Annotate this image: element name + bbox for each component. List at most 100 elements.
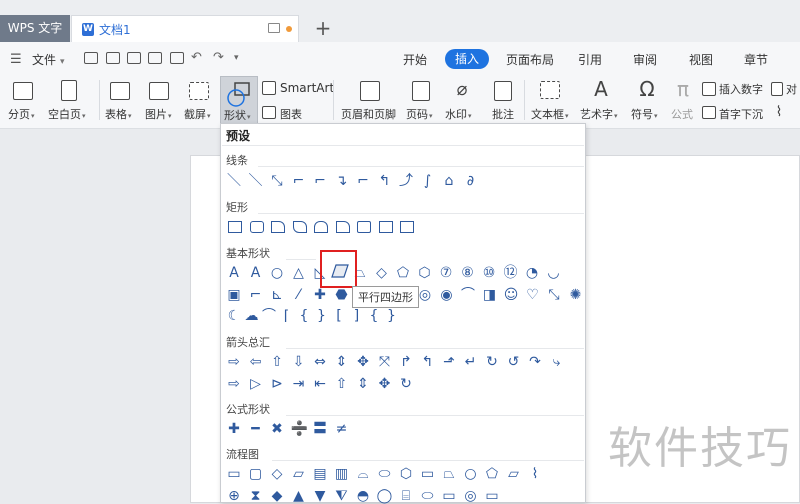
monitor-icon[interactable] [268,23,280,33]
basic_row3-shape-icon[interactable]: ⌒ [261,308,277,324]
comment-button[interactable]: 批注 [492,106,514,122]
formula-shape-icon[interactable]: ✚ [226,421,242,437]
flow_row1-shape-icon[interactable]: ⌓ [355,466,371,482]
arrows_row2-shape-icon[interactable]: ▷ [248,376,264,392]
flow_row1-shape-icon[interactable]: ◇ [269,466,285,482]
open-icon[interactable] [84,52,98,64]
arrows_row1-shape-icon[interactable]: ↺ [506,354,522,370]
flow_row1-shape-icon[interactable]: ▥ [334,466,350,482]
watermark-icon[interactable]: ⌀ [452,81,472,102]
basic_row1_b-shape-icon[interactable]: ⑫ [503,265,519,281]
arrows_row1-shape-icon[interactable]: ⇕ [334,354,350,370]
basic_row1_b-shape-icon[interactable]: ◡ [546,265,562,281]
arrows_row1-shape-icon[interactable]: ⤷ [549,354,565,370]
basic_row2-shape-icon[interactable]: ⁄ [291,287,307,303]
save-icon[interactable] [106,52,120,64]
arrows_row1-shape-icon[interactable]: ⇦ [248,354,264,370]
arrows_row2-shape-icon[interactable]: ⇨ [226,376,242,392]
basic_row2-shape-icon[interactable]: ⌐ [248,287,264,303]
page-break-icon[interactable] [13,82,33,100]
flow_row2-shape-icon[interactable]: ◓ [355,488,371,504]
rectangle-shape-icon[interactable] [378,221,393,233]
basic_row2-shape-icon[interactable]: ♡ [525,287,541,303]
basic_row2-shape-icon[interactable]: ◎ [417,287,433,303]
lines-shape-icon[interactable]: ⤡ [269,173,285,189]
basic_row2-shape-icon[interactable]: ⤡ [546,287,562,303]
textbox-icon[interactable] [540,81,560,99]
basic_row2-shape-icon[interactable]: ✺ [568,287,584,303]
redo-icon[interactable]: ↷ [213,50,224,65]
basic_row3-shape-icon[interactable]: ☾ [226,308,242,324]
chart-icon[interactable] [262,106,276,119]
rectangle-shape-icon[interactable] [249,221,264,233]
menu-icon[interactable]: ☰ [10,52,26,67]
flow_row2-shape-icon[interactable]: ◯ [377,488,393,504]
wordart-button[interactable]: 艺术字▾ [580,106,618,122]
symbol-button[interactable]: 符号▾ [631,106,658,122]
screenshot-button[interactable]: 截屏▾ [184,106,211,122]
rectangle-shape-icon[interactable] [292,221,307,233]
arrows_row2-shape-icon[interactable]: ⊳ [269,376,285,392]
tab-review[interactable]: 审阅 [633,51,657,68]
drop-cap-button[interactable]: 首字下沉 [719,106,763,122]
basic_row1_b-shape-icon[interactable]: ⑧ [460,265,476,281]
flow_row2-shape-icon[interactable]: ⧗ [248,488,264,504]
basic_row3-shape-icon[interactable]: [ [331,308,347,324]
lines-shape-icon[interactable]: ∂ [463,173,479,189]
arrows_row2-shape-icon[interactable]: ⇧ [334,376,350,392]
flow_row1-shape-icon[interactable]: ▭ [226,466,242,482]
arrows_row1-shape-icon[interactable]: ⇩ [291,354,307,370]
flow_row2-shape-icon[interactable]: ⧨ [334,488,350,504]
basic_row3-shape-icon[interactable]: } [314,308,330,324]
flow_row1-shape-icon[interactable]: ▱ [506,466,522,482]
header-footer-button[interactable]: 页眉和页脚 [341,106,396,122]
table-icon[interactable] [110,82,130,100]
arrows_row2-shape-icon[interactable]: ✥ [377,376,393,392]
flow_row2-shape-icon[interactable]: ⊕ [226,488,242,504]
print-icon[interactable] [148,52,162,64]
screenshot-icon[interactable] [189,82,209,100]
formula-shape-icon[interactable]: ━ [248,421,264,437]
basic_row2-shape-icon[interactable]: ☺ [503,287,519,303]
wordart-icon[interactable]: A [590,79,612,103]
lines-shape-icon[interactable]: ⤴ [398,173,414,189]
picture-button[interactable]: 图片▾ [145,106,172,122]
file-menu[interactable]: 文件 ▾ [32,51,65,68]
page-break-button[interactable]: 分页▾ [8,106,35,122]
tab-page-layout[interactable]: 页面布局 [506,51,554,68]
blank-page-icon[interactable] [61,80,77,101]
shape-button[interactable]: 形状▾ [220,76,258,124]
flow_row1-shape-icon[interactable]: ⬭ [377,466,393,482]
flow_row2-shape-icon[interactable]: ▭ [441,488,457,504]
flow_row1-shape-icon[interactable]: ⌇ [527,466,543,482]
arrows_row1-shape-icon[interactable]: ↻ [484,354,500,370]
rectangle-shape-icon[interactable] [357,221,371,233]
arrows_row1-shape-icon[interactable]: ⇨ [226,354,242,370]
print-preview-icon[interactable] [170,52,184,64]
basic_row1_b-shape-icon[interactable]: ⑦ [438,265,454,281]
basic_row3-shape-icon[interactable]: } [384,308,400,324]
flow_row1-shape-icon[interactable]: ▱ [291,466,307,482]
arrows_row1-shape-icon[interactable]: ⤧ [377,354,393,370]
basic_row1_b-shape-icon[interactable]: ◔ [524,265,540,281]
arrows_row1-shape-icon[interactable]: ↵ [463,354,479,370]
lines-shape-icon[interactable]: ⌂ [441,173,457,189]
flow_row2-shape-icon[interactable]: ▼ [312,488,328,504]
lines-shape-icon[interactable]: ↴ [334,173,350,189]
lines-shape-icon[interactable]: ⌐ [355,173,371,189]
rectangle-shape-icon[interactable] [335,221,350,233]
flow_row1-shape-icon[interactable]: ▢ [248,466,264,482]
table-button[interactable]: 表格▾ [105,106,132,122]
arrows_row1-shape-icon[interactable]: ✥ [355,354,371,370]
smartart-button[interactable]: SmartArt [280,81,334,95]
insert-number-button[interactable]: 插入数字 [719,81,763,97]
arrows_row2-shape-icon[interactable]: ⇥ [291,376,307,392]
basic_row3-shape-icon[interactable]: ] [349,308,365,324]
flow_row2-shape-icon[interactable]: ◎ [463,488,479,504]
arrows_row1-shape-icon[interactable]: ↱ [398,354,414,370]
arrows_row1-shape-icon[interactable]: ⬏ [441,354,457,370]
lines-shape-icon[interactable]: ∫ [420,173,436,189]
basic_row1_a-shape-icon[interactable]: △ [291,265,307,281]
rectangle-shape-icon[interactable] [400,221,414,233]
object-button[interactable]: 对 [786,81,797,97]
